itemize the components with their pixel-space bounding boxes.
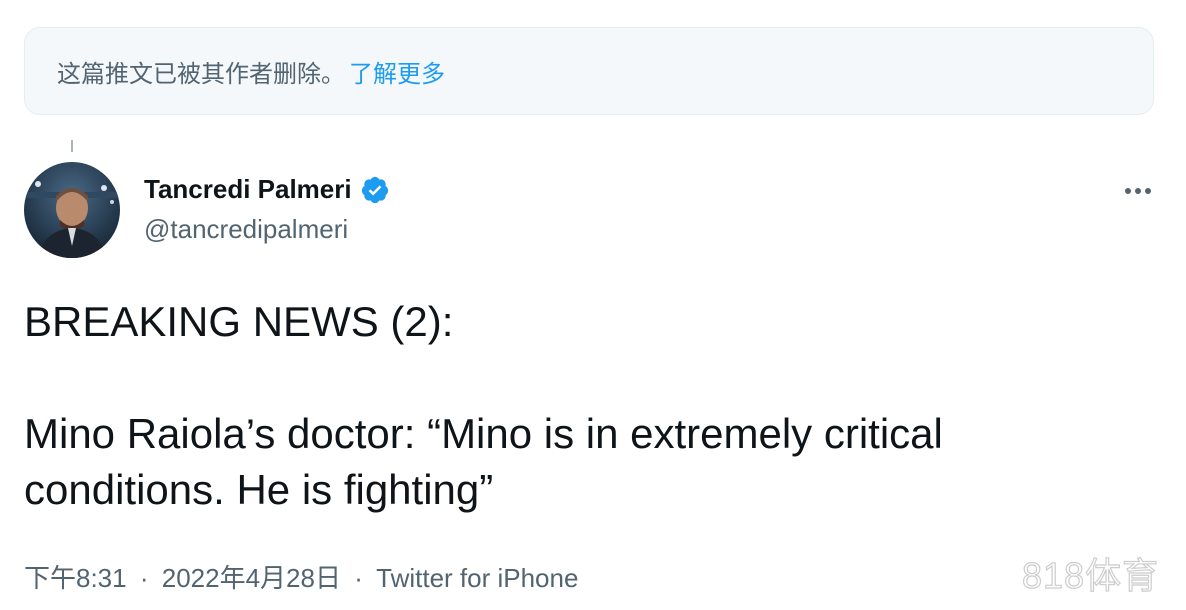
tweet-date[interactable]: 2022年4月28日 — [162, 563, 341, 593]
watermark: 818体育 — [1021, 554, 1160, 596]
verified-badge-icon — [361, 176, 388, 203]
avatar[interactable] — [24, 162, 120, 258]
tweet-text: BREAKING NEWS (2): Mino Raiola’s doctor:… — [24, 298, 943, 513]
tweet-source[interactable]: Twitter for iPhone — [376, 563, 578, 593]
meta-separator: · — [354, 563, 363, 593]
author-name-text: Tancredi Palmeri — [144, 174, 352, 204]
thread-line — [71, 140, 73, 152]
deleted-tweet-notice: 这篇推文已被其作者删除。 了解更多 — [24, 27, 1154, 115]
notice-text: 这篇推文已被其作者删除。 — [57, 60, 345, 88]
learn-more-link[interactable]: 了解更多 — [349, 54, 445, 89]
author-name[interactable]: Tancredi Palmeri — [144, 174, 390, 205]
author-handle[interactable]: @tancredipalmeri — [144, 214, 348, 245]
tweet-metadata: 下午8:31 · 2022年4月28日 · Twitter for iPhone — [24, 558, 578, 595]
more-options-icon[interactable] — [1118, 176, 1158, 206]
tweet-time[interactable]: 下午8:31 — [24, 563, 127, 593]
avatar-photo-icon — [24, 162, 120, 258]
meta-separator: · — [139, 563, 149, 593]
